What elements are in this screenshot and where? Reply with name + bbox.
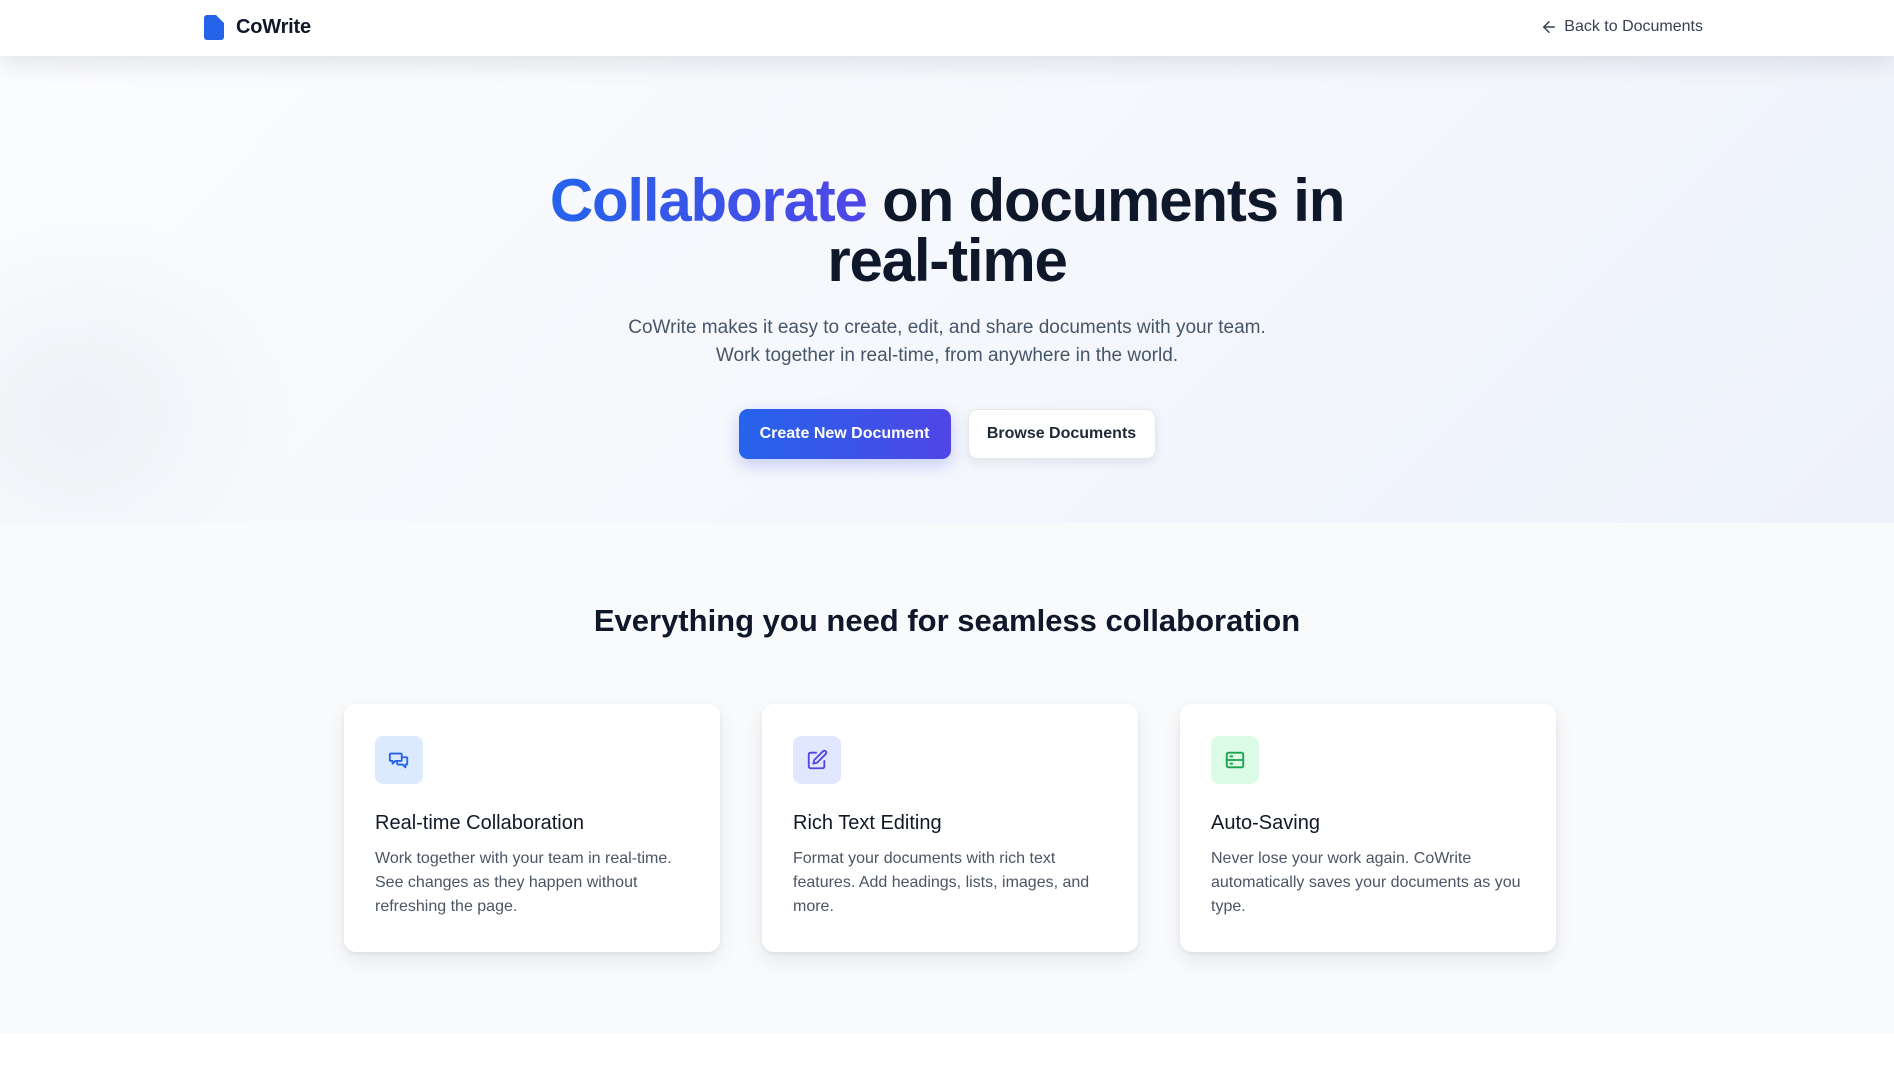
feature-icon-container: [793, 736, 841, 784]
feature-icon-container: [375, 736, 423, 784]
hero-title-line-1: Collaborate on documents in: [0, 171, 1894, 231]
brand-name: CoWrite: [236, 16, 311, 38]
back-to-documents-link[interactable]: Back to Documents: [1540, 18, 1703, 36]
features-heading: Everything you need for seamless collabo…: [593, 603, 1301, 638]
feature-card-rich-text-editing: Rich Text Editing Format your documents …: [762, 704, 1138, 952]
feature-title: Rich Text Editing: [793, 812, 942, 834]
feature-description: Work together with your team in real-tim…: [375, 850, 672, 915]
feature-description: Format your documents with rich text fea…: [793, 850, 1090, 915]
hero-title-line-2: real-time: [827, 227, 1068, 294]
back-to-documents-label: Back to Documents: [1564, 18, 1703, 35]
edit-icon: [807, 749, 828, 770]
feature-card-realtime-collaboration: Real-time Collaboration Work together wi…: [344, 704, 720, 952]
hero-section: Collaborate on documents in real-time Co…: [0, 56, 1894, 523]
page-bottom: [0, 1033, 1894, 1077]
hero-subtitle-line-2: Work together in real-time, from anywher…: [715, 345, 1179, 366]
browse-documents-button[interactable]: Browse Documents: [967, 409, 1156, 459]
hero-actions: Create New Document Browse Documents: [0, 409, 1894, 459]
landing-page: CoWrite Back to Documents Collaborate on…: [0, 0, 1894, 1077]
feature-card-auto-saving: Auto-Saving Never lose your work again. …: [1180, 704, 1556, 952]
features-section: Everything you need for seamless collabo…: [0, 523, 1894, 1033]
hero-title-accent: Collaborate: [549, 167, 868, 234]
hero-title: Collaborate on documents in real-time: [0, 171, 1894, 291]
feature-title: Real-time Collaboration: [375, 812, 584, 834]
brand[interactable]: CoWrite: [204, 15, 311, 40]
document-logo-icon: [204, 15, 224, 40]
feature-description: Never lose your work again. CoWrite auto…: [1211, 850, 1521, 915]
hero-title-rest: on documents in: [866, 167, 1345, 234]
create-new-document-button[interactable]: Create New Document: [738, 409, 951, 459]
feature-cards: Real-time Collaboration Work together wi…: [344, 704, 1557, 952]
feature-title: Auto-Saving: [1211, 812, 1320, 834]
feature-icon-container: [1211, 736, 1259, 784]
save-icon: [1225, 751, 1245, 769]
top-nav: CoWrite Back to Documents: [0, 0, 1894, 56]
hero-subtitle: CoWrite makes it easy to create, edit, a…: [0, 314, 1894, 370]
arrow-left-icon: [1543, 21, 1556, 33]
hero-subtitle-line-1: CoWrite makes it easy to create, edit, a…: [628, 317, 1266, 338]
chat-bubbles-icon: [388, 752, 409, 769]
